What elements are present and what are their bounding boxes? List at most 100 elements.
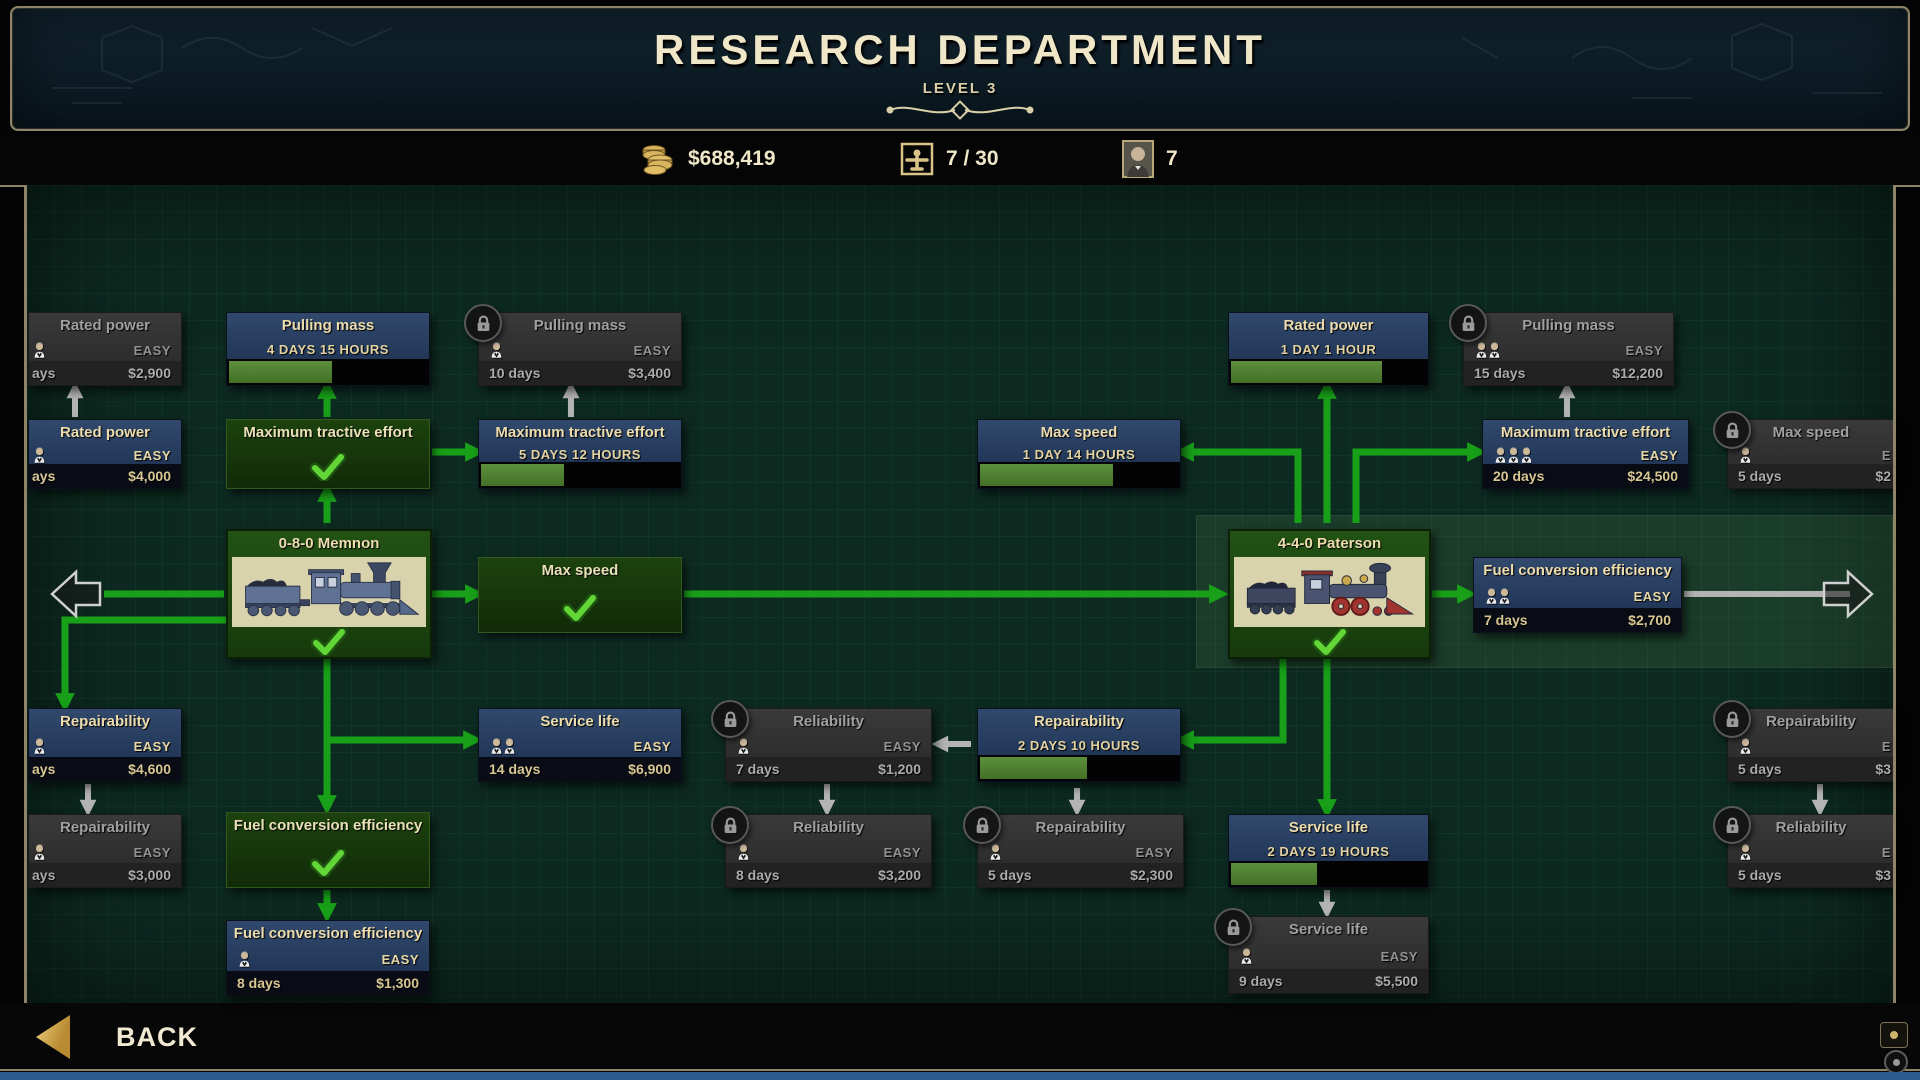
scientist-icons [988,843,1001,861]
research-days: 5 days [1738,761,1782,777]
research-days: ays [32,468,55,484]
level-label: LEVEL 3 [12,80,1908,97]
scientist-icons [32,341,45,359]
node-pulling-mass-right-locked[interactable]: Pulling massEASY15 days$12,200 [1463,312,1674,386]
difficulty-label: EASY [134,845,171,860]
node-title: Repairability [1728,709,1894,735]
difficulty-label: EASY [382,952,419,967]
locomotive-image [232,557,426,627]
node-rated-power-top-left[interactable]: Rated powerEASYays$2,900 [28,312,182,386]
back-arrow-icon [36,1015,70,1059]
node-max-tractive-left-progress[interactable]: Maximum tractive effort5 DAYS 12 HOURS [478,419,682,489]
research-cost: $6,900 [628,761,671,777]
research-days: ays [32,761,55,777]
difficulty-label: EASY [134,343,171,358]
node-max-speed-right-locked[interactable]: Max speedE5 days$2 [1727,419,1895,489]
research-days: ays [32,365,55,381]
research-cost: $1,300 [376,975,419,991]
node-title: Pulling mass [227,313,429,339]
research-days: 14 days [489,761,540,777]
scientist-icons [489,341,502,359]
research-days: 7 days [736,761,780,777]
research-cost: $4,600 [128,761,171,777]
back-label: BACK [116,1022,198,1053]
time-remaining: 4 DAYS 15 HOURS [227,339,429,359]
node-rated-power-left[interactable]: Rated powerEASYays$4,000 [28,419,182,489]
node-pulling-mass-left-locked[interactable]: Pulling massEASY10 days$3,400 [478,312,682,386]
scientist-portrait-icon [1122,140,1154,178]
node-repairability-locked-5[interactable]: RepairabilityEASY5 days$2,300 [977,814,1184,888]
research-cost: $24,500 [1627,468,1678,484]
node-memnon-train[interactable]: 0-8-0 Memnon [226,529,432,659]
research-days: ays [32,867,55,883]
difficulty-label: E [1882,845,1891,860]
progress-bar [1229,359,1428,385]
node-title: 4-4-0 Paterson [1230,531,1429,557]
coins-icon [640,142,676,176]
progress-bar [978,755,1180,781]
node-fuel-conversion-left-blue[interactable]: Fuel conversion efficiencyEASY8 days$1,3… [226,920,430,996]
node-service-life-locked[interactable]: Service lifeEASY9 days$5,500 [1228,916,1429,994]
time-remaining: 5 DAYS 12 HOURS [479,446,681,462]
lock-icon [963,806,1001,844]
node-title: Fuel conversion efficiency [227,921,429,947]
scientist-icons [1738,737,1751,755]
node-fuel-conversion-left-done[interactable]: Fuel conversion efficiency [226,812,430,888]
difficulty-label: EASY [634,739,671,754]
difficulty-label: EASY [134,448,171,463]
research-days: 15 days [1474,365,1525,381]
research-cost: $3,000 [128,867,171,883]
node-reliability-locked-7[interactable]: ReliabilityEASY7 days$1,200 [725,708,932,782]
research-cost: $3,200 [878,867,921,883]
page-title: RESEARCH DEPARTMENT [12,26,1908,74]
back-button[interactable]: BACK [36,1015,198,1059]
node-reliability-locked-8[interactable]: ReliabilityEASY8 days$3,200 [725,814,932,888]
node-pulling-mass-left[interactable]: Pulling mass4 DAYS 15 HOURS [226,312,430,386]
node-max-speed-left-done[interactable]: Max speed [478,557,682,633]
difficulty-label: EASY [884,845,921,860]
scientist-icons [32,843,45,861]
researched-check-icon [227,839,429,887]
node-title: Pulling mass [1464,313,1673,339]
corner-dot-icon[interactable] [1884,1050,1908,1074]
node-repairability-progress[interactable]: Repairability2 DAYS 10 HOURS [977,708,1181,782]
locomotive-image [1234,557,1425,627]
lock-icon [1713,411,1751,449]
right-frame-line [1893,185,1896,1003]
scientist-display: 7 [1122,133,1178,185]
node-fuel-conversion-right[interactable]: Fuel conversion efficiencyEASY7 days$2,7… [1473,557,1682,633]
node-rated-power-right[interactable]: Rated power1 DAY 1 HOUR [1228,312,1429,386]
node-title: Repairability [29,815,181,841]
scientist-icons [736,843,749,861]
researched-check-icon [1230,627,1429,657]
node-repairability-right-locked[interactable]: RepairabilityE5 days$3 [1727,708,1895,782]
node-title: Repairability [978,709,1180,735]
node-paterson-train[interactable]: 4-4-0 Paterson [1228,529,1431,659]
difficulty-label: EASY [1626,343,1663,358]
node-service-life-progress[interactable]: Service life2 DAYS 19 HOURS [1228,814,1429,888]
node-repairability-left[interactable]: RepairabilityEASYays$4,600 [28,708,182,782]
node-max-speed-right-progress[interactable]: Max speed1 DAY 14 HOURS [977,419,1181,489]
time-remaining: 2 DAYS 10 HOURS [978,735,1180,755]
research-cost: $2,300 [1130,867,1173,883]
scientist-icons [32,737,45,755]
staff-icon [900,142,934,176]
node-title: Max speed [1728,420,1894,446]
difficulty-label: EASY [1641,448,1678,463]
research-cost: $5,500 [1375,973,1418,989]
money-value: $688,419 [688,147,776,171]
research-days: 5 days [988,867,1032,883]
scientist-icons [1493,446,1532,464]
scientist-icons [489,737,515,755]
node-service-life-left[interactable]: Service lifeEASY14 days$6,900 [478,708,682,782]
node-title: Service life [1229,917,1428,943]
node-max-tractive-left-done[interactable]: Maximum tractive effort [226,419,430,489]
node-max-tractive-right[interactable]: Maximum tractive effortEASY20 days$24,50… [1482,419,1689,489]
scientist-icons [1474,341,1500,359]
difficulty-label: E [1882,448,1891,463]
node-reliability-right-locked[interactable]: ReliabilityE5 days$3 [1727,814,1895,888]
node-title: Fuel conversion efficiency [1474,558,1681,584]
node-repairability-grey-left[interactable]: Repairability EASY ays $3,000 [28,814,182,888]
node-title: Rated power [29,420,181,446]
corner-widget-icon[interactable] [1880,1022,1908,1048]
